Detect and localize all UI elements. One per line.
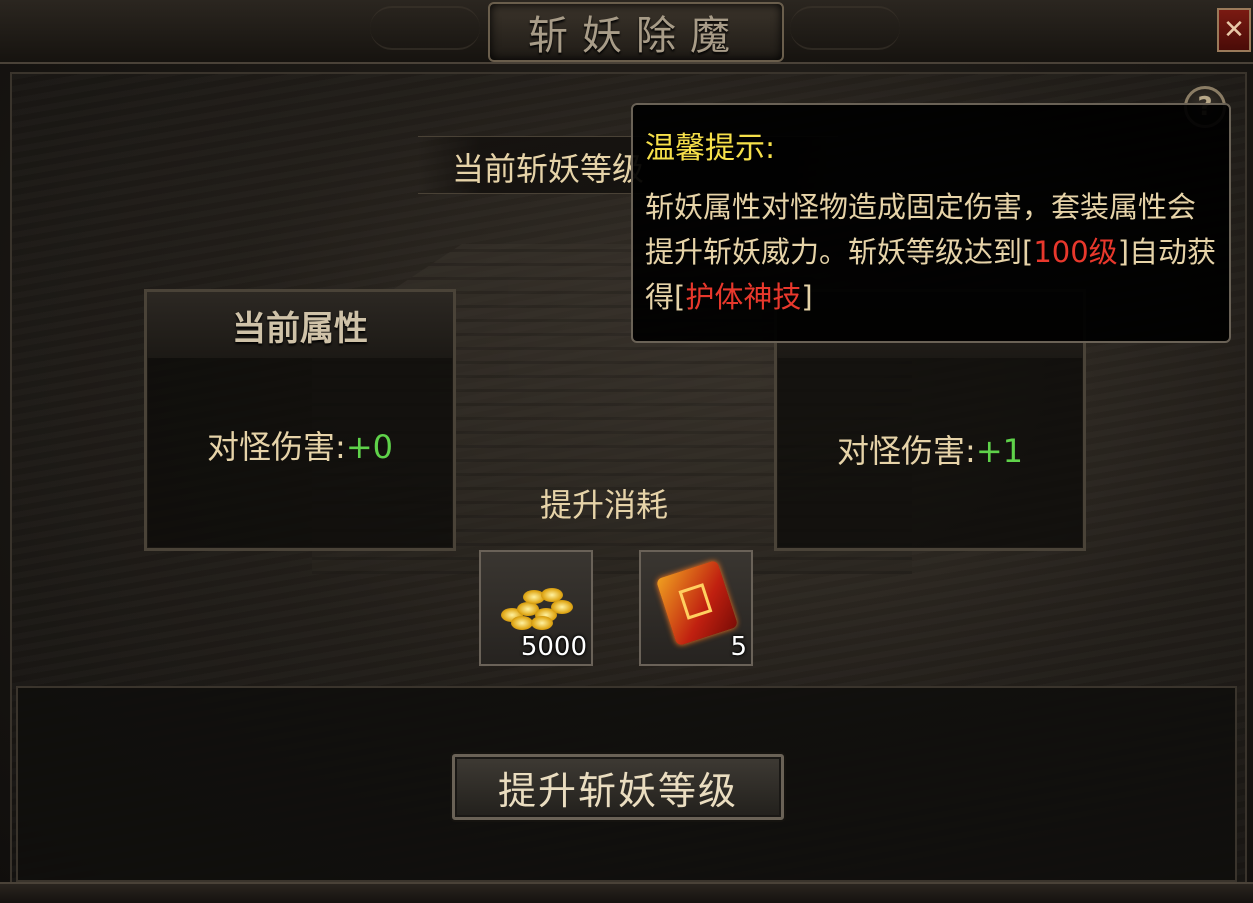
window-title: 斩妖除魔 (528, 13, 744, 59)
level-label: 当前斩妖等级 (452, 150, 645, 188)
title-ornament-right (790, 6, 900, 50)
panel-header: 当前属性 (147, 292, 453, 358)
close-icon: ✕ (1223, 15, 1245, 45)
cost-item-scroll[interactable]: 5 (639, 550, 753, 666)
tooltip: 温馨提示: 斩妖属性对怪物造成固定伤害，套装属性会提升斩妖威力。斩妖等级达到[1… (631, 103, 1231, 343)
tooltip-title: 温馨提示: (645, 131, 776, 166)
upgrade-level-button[interactable]: 提升斩妖等级 (452, 754, 784, 820)
item-quantity: 5 (730, 632, 747, 662)
game-window: 斩妖除魔 ✕ ? 当前斩妖等级 当前属性 对怪伤害:+0 对怪伤害:+1 提升消… (0, 0, 1253, 903)
tooltip-text: ] (801, 280, 813, 314)
stat-line: 对怪伤害:+1 (777, 426, 1083, 472)
tooltip-highlight-level: 100级 (1033, 235, 1118, 269)
title-bar: 斩妖除魔 ✕ (0, 0, 1253, 64)
title-plate: 斩妖除魔 (488, 2, 784, 62)
stat-value: +1 (975, 432, 1023, 470)
stat-label: 对怪伤害: (207, 428, 346, 466)
cost-title: 提升消耗 (540, 486, 669, 524)
title-ornament-left (370, 6, 480, 50)
cost-item-gold[interactable]: 5000 (479, 550, 593, 666)
scroll-icon (655, 559, 739, 647)
close-button[interactable]: ✕ (1217, 8, 1251, 52)
item-quantity: 5000 (520, 632, 587, 662)
current-attributes-panel: 当前属性 对怪伤害:+0 (144, 289, 456, 551)
stat-value: +0 (345, 428, 393, 466)
upgrade-button-label: 提升斩妖等级 (497, 768, 738, 813)
panel-title: 当前属性 (232, 308, 368, 349)
tooltip-body: 斩妖属性对怪物造成固定伤害，套装属性会提升斩妖威力。斩妖等级达到[100级]自动… (645, 185, 1217, 320)
stat-line: 对怪伤害:+0 (147, 422, 453, 468)
gold-coins-icon (501, 586, 573, 630)
bottom-frame-edge (0, 882, 1253, 903)
stat-label: 对怪伤害: (837, 432, 976, 470)
tooltip-highlight-skill: 护体神技 (685, 280, 802, 314)
